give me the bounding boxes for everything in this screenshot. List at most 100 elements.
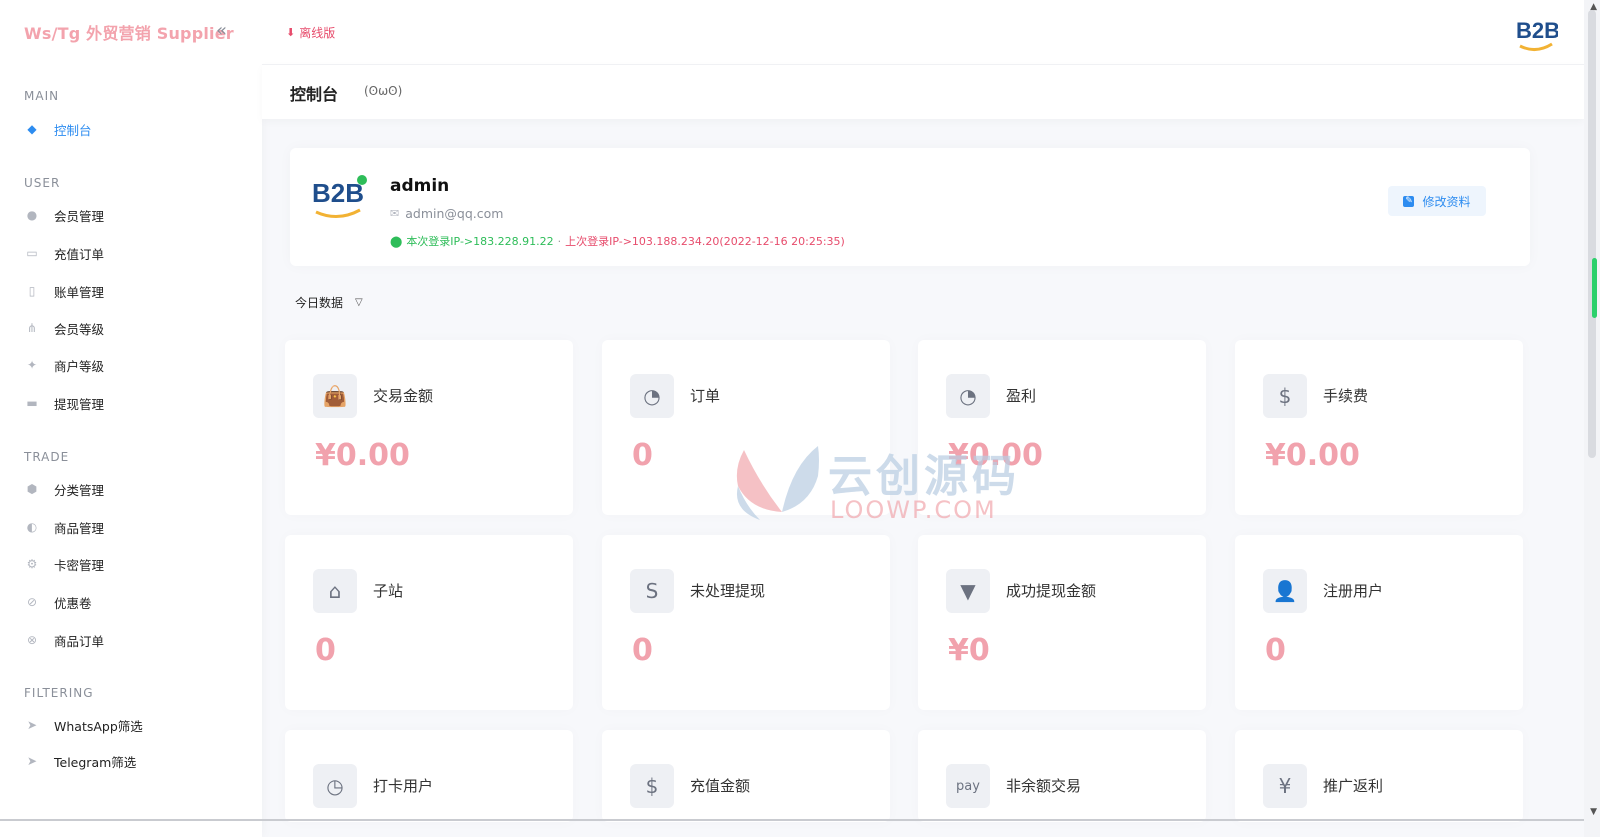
stat-label: 注册用户 [1323,582,1384,600]
sidebar-item-label: Telegram筛选 [54,754,137,770]
breadcrumb: 控制台 (ʘωʘ) [262,64,1584,119]
watermark-logo [736,446,819,520]
sidebar-item-product-orders[interactable]: ⊗ 商品订单 [24,629,104,651]
chevron-down-icon: ▽ [355,297,363,308]
scrollbar-thumb[interactable] [1588,10,1596,458]
email-text: admin@qq.com [405,206,504,221]
stat-label: 交易金额 [373,387,434,405]
last-login-ip: 上次登录IP->103.188.234.20(2022-12-16 20:25:… [565,235,845,248]
sidebar-item-label: 优惠卷 [54,595,92,611]
current-login-ip: 本次登录IP->183.228.91.22 [406,235,554,248]
wallet-icon: ▬ [26,396,38,410]
offline-version-link[interactable]: ⬇ 离线版 [286,24,335,41]
section-trade: TRADE [24,450,70,464]
date-range-select[interactable]: 今日数据 ▽ [295,294,363,311]
offline-label: 离线版 [299,26,336,40]
edit-profile-button[interactable]: ✎ 修改资料 [1388,186,1486,216]
stat-card-pending-withdrawals: S 未处理提现 0 [602,535,890,710]
sidebar-item-coupons[interactable]: ⊘ 优惠卷 [24,591,92,613]
funnel-dollar-icon: ▼ [946,569,990,613]
receipt-icon: ▯ [28,284,36,298]
sidebar-item-label: 商品订单 [54,633,105,649]
stat-value: 0 [632,633,653,668]
sidebar-item-label: 商户等级 [54,358,105,374]
sidebar-item-label: 充值订单 [54,246,105,262]
sidebar-item-merchant-levels[interactable]: ✦ 商户等级 [24,354,104,376]
gear-icon: ⚙ [26,557,38,571]
send-icon: ➤ [26,718,38,732]
stat-card-registered-users: 👤 注册用户 0 [1235,535,1523,710]
sidebar-item-label: 账单管理 [54,284,105,300]
b2b-logo[interactable]: B2B [1514,10,1558,54]
email-line: ✉ admin@qq.com [390,206,503,221]
sidebar: Ws/Tg 外贸营销 Supplier « MAIN ◆ 控制台 USER ● … [0,0,262,837]
section-filtering: FILTERING [24,686,94,700]
stat-card-trade-amount: 👜 交易金额 ¥0.00 [285,340,573,515]
send-icon: ➤ [26,754,38,768]
page-scrollbar[interactable]: ▲ ▼ [1584,0,1600,837]
stat-card-fees: $ 手续费 ¥0.00 [1235,340,1523,515]
bottom-divider [0,819,1584,821]
svg-text:B2B: B2B [312,178,364,208]
sidebar-item-card-codes[interactable]: ⚙ 卡密管理 [24,553,104,575]
house-icon: ⌂ [313,569,357,613]
watermark-subtext: LOOWP.COM [830,496,997,524]
stat-value: 0 [315,633,336,668]
sidebar-item-label: 提现管理 [54,396,105,412]
pay-icon: pay [946,764,990,808]
sidebar-item-telegram-filter[interactable]: ➤ Telegram筛选 [24,750,136,772]
dollar-square-icon: S [630,569,674,613]
top-bar: ⬇ 离线版 B2B [262,0,1584,64]
brand-title: Ws/Tg 外贸营销 Supplier [24,24,234,43]
sidebar-item-recharge-orders[interactable]: ▭ 充值订单 [24,242,104,264]
section-main: MAIN [24,89,60,103]
stat-label: 盈利 [1006,387,1037,405]
location-pin-icon: ⬤ [390,234,403,248]
stat-card-withdrawn-amount: ▼ 成功提现金额 ¥0 [918,535,1206,710]
stat-value: ¥0.00 [1265,438,1360,473]
stat-card-recharge-amount: $ 充值金额 [602,730,890,822]
plug-icon: ⬇ [286,26,296,39]
share-icon: ⋔ [26,321,38,335]
avatar: B2B [312,175,367,218]
diamond-icon: ◆ [27,122,37,136]
mail-icon: ✉ [390,207,400,220]
sidebar-item-label: 分类管理 [54,482,105,498]
sidebar-item-withdrawals[interactable]: ▬ 提现管理 [24,392,104,414]
stat-label: 推广返利 [1323,777,1384,795]
stat-label: 非余额交易 [1006,777,1082,795]
sidebar-item-whatsapp-filter[interactable]: ➤ WhatsApp筛选 [24,714,143,736]
profile-card: B2B admin ✉ admin@qq.com ⬤ 本次登录IP->183.2… [290,148,1530,266]
sidebar-item-members[interactable]: ● 会员管理 [24,204,104,226]
sidebar-item-products[interactable]: ◐ 商品管理 [24,516,104,538]
stat-card-non-balance-trades: pay 非余额交易 [918,730,1206,822]
yen-icon: ¥ [1263,764,1307,808]
edit-icon: ✎ [1403,195,1415,207]
stat-label: 订单 [690,387,721,405]
sidebar-item-categories[interactable]: ⬢ 分类管理 [24,478,104,500]
pie-chart-icon: ◔ [630,374,674,418]
sidebar-item-member-levels[interactable]: ⋔ 会员等级 [24,317,104,339]
sidebar-item-bills[interactable]: ▯ 账单管理 [24,280,104,302]
svg-text:B2B: B2B [1516,18,1558,43]
stat-label: 子站 [373,582,404,600]
sidebar-item-label: 会员等级 [54,321,105,337]
watermark-text: 云创源码 [828,451,1020,502]
sidebar-item-label: 控制台 [54,122,92,138]
user-icon: ● [26,208,38,222]
stat-value: ¥0.00 [315,438,410,473]
stat-label: 成功提现金额 [1006,582,1097,600]
username: admin [390,176,450,196]
collapse-sidebar-button[interactable]: « [216,20,227,41]
scroll-down-arrow-icon[interactable]: ▼ [1590,807,1597,817]
scroll-indicator [1592,258,1597,318]
ban-icon: ⊗ [26,633,38,647]
pin-icon: ✦ [26,358,38,372]
sidebar-item-dashboard[interactable]: ◆ 控制台 [24,118,92,140]
pie-chart-icon: ◔ [946,374,990,418]
sidebar-item-label: 卡密管理 [54,557,105,573]
sidebar-item-label: 商品管理 [54,520,105,536]
stat-label: 手续费 [1323,387,1369,405]
clock-icon: ◷ [313,764,357,808]
shopping-bag-icon: 👜 [313,374,357,418]
